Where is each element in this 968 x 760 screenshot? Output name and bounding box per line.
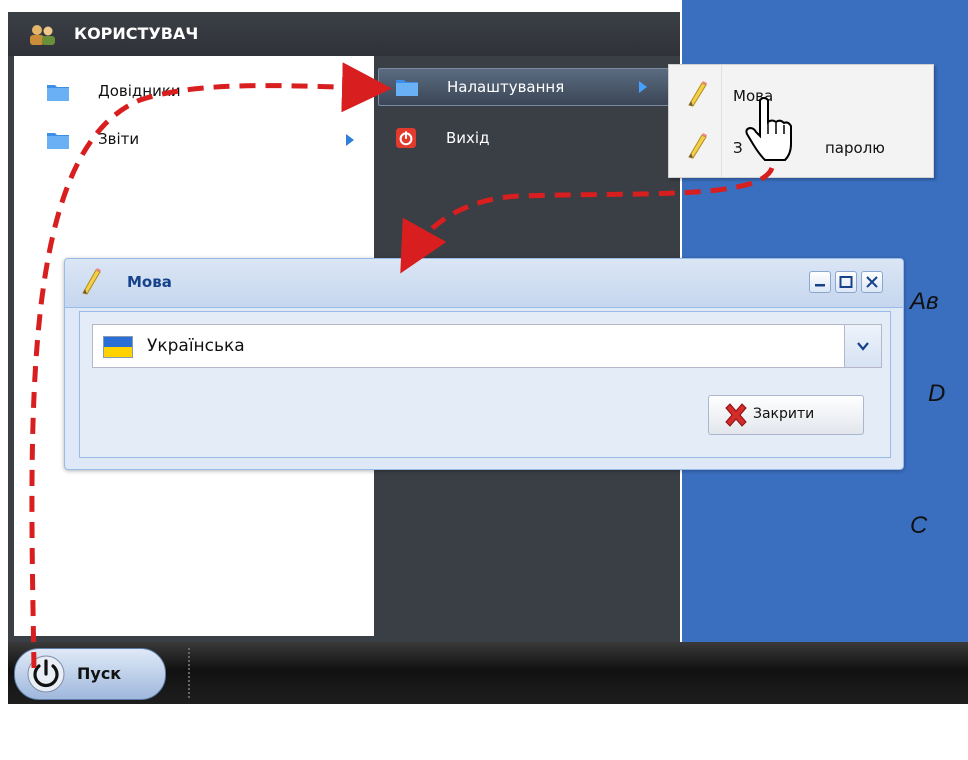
menu-item-reference[interactable]: Довідники	[14, 74, 374, 110]
language-dialog: Мова Українська Закрити	[64, 258, 904, 470]
dialog-title: Мова	[127, 273, 172, 291]
language-select[interactable]: Українська	[92, 324, 882, 368]
pencil-icon	[688, 81, 707, 107]
menu-item-reference-label: Довідники	[98, 82, 181, 100]
pencil-icon	[688, 133, 707, 159]
close-icon	[866, 276, 878, 288]
desktop-text-2: D	[928, 380, 946, 407]
close-dialog-label: Закрити	[753, 406, 815, 422]
start-menu-right-pane: Налаштування Вихід	[378, 60, 670, 160]
desktop-text-1: Ав	[910, 288, 939, 315]
user-title: КОРИСТУВАЧ	[74, 24, 199, 43]
settings-submenu: Мова З паролю	[668, 64, 934, 178]
start-button-label: Пуск	[77, 664, 122, 683]
screenshot-frame: Ав D C КОРИСТУВАЧ Довідники Звіти Налашт…	[0, 0, 968, 760]
maximize-button[interactable]	[835, 271, 857, 293]
submenu-item-password-label-left: З	[733, 139, 743, 157]
start-menu-header: КОРИСТУВАЧ	[8, 12, 680, 56]
users-icon	[30, 25, 55, 45]
taskbar-grip[interactable]	[188, 648, 192, 698]
maximize-icon	[839, 276, 853, 288]
submenu-arrow-icon	[346, 86, 354, 98]
menu-item-settings-label: Налаштування	[447, 78, 565, 96]
desktop-text-3: C	[910, 512, 928, 539]
power-icon	[396, 128, 416, 148]
pencil-icon	[82, 268, 101, 295]
close-dialog-button[interactable]: Закрити	[708, 395, 864, 435]
select-dropdown-button[interactable]	[844, 325, 881, 367]
submenu-item-change-password[interactable]: З паролю	[669, 123, 933, 173]
folder-icon	[47, 133, 69, 149]
close-window-button[interactable]	[861, 271, 883, 293]
hand-cursor-icon	[745, 97, 792, 161]
menu-item-exit[interactable]: Вихід	[378, 120, 668, 156]
dialog-header: Мова	[65, 259, 903, 308]
menu-item-exit-label: Вихід	[446, 129, 490, 147]
submenu-item-password-label-right: паролю	[825, 139, 885, 157]
language-select-value: Українська	[147, 336, 245, 356]
menu-item-reports[interactable]: Звіти	[14, 122, 374, 158]
folder-icon	[396, 80, 418, 96]
submenu-arrow-icon	[639, 81, 647, 93]
submenu-item-language[interactable]: Мова	[669, 71, 933, 121]
start-button[interactable]: Пуск	[14, 648, 166, 700]
menu-item-reports-label: Звіти	[98, 130, 140, 148]
menu-item-settings[interactable]: Налаштування	[378, 68, 670, 106]
submenu-arrow-icon	[346, 134, 354, 146]
red-x-icon	[725, 403, 747, 427]
chevron-down-icon	[857, 342, 869, 351]
minimize-icon	[815, 284, 825, 287]
ukraine-flag-icon	[103, 336, 133, 358]
minimize-button[interactable]	[809, 271, 831, 293]
dialog-body: Українська Закрити	[79, 311, 891, 458]
folder-icon	[47, 85, 69, 101]
power-icon	[27, 655, 65, 693]
